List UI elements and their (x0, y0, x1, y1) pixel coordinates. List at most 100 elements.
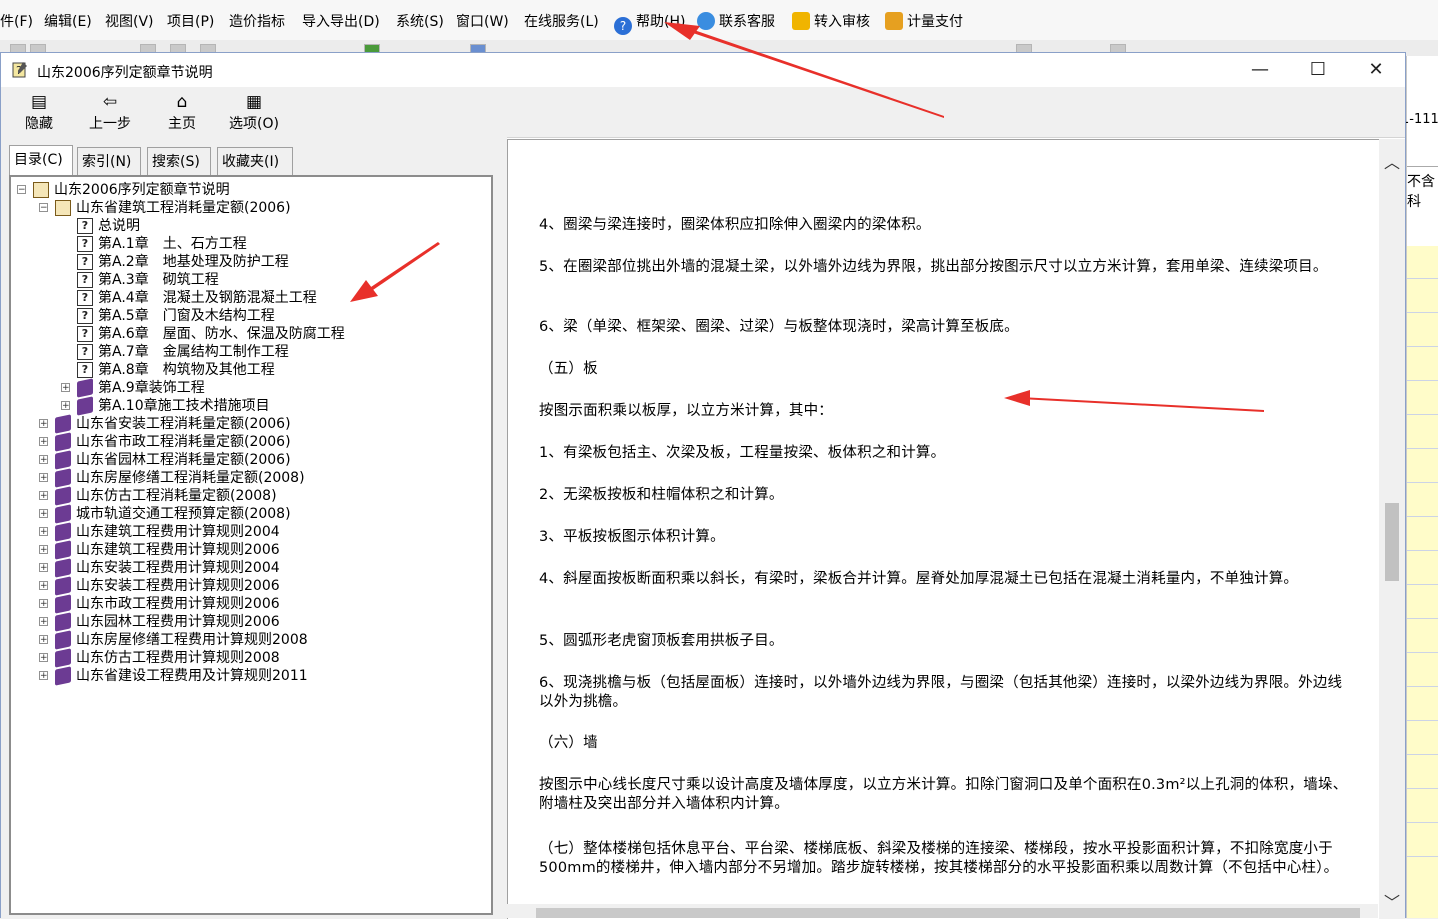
menu-view[interactable]: 视图(V) (105, 11, 154, 31)
tree-item-label: 山东仿古工程费用计算规则2008 (76, 650, 280, 666)
scroll-thumb[interactable] (1385, 503, 1399, 581)
bg-header-snippet: 不含科 (1407, 166, 1438, 211)
menu-transfer-audit[interactable]: 转入审核 (792, 11, 870, 31)
content-paragraph: （七）整体楼梯包括休息平台、平台梁、楼梯底板、斜梁及楼梯的连接梁、楼梯段，按水平… (539, 841, 1339, 876)
scroll-up-icon[interactable]: ︿ (1383, 149, 1401, 173)
tree-item-label: 第A.4章 混凝土及钢筋混凝土工程 (98, 290, 317, 306)
tree-item-label: 第A.1章 土、石方工程 (98, 236, 247, 252)
expand-icon[interactable]: + (39, 491, 48, 501)
tree-item-label: 第A.3章 砌筑工程 (98, 272, 219, 288)
tree-item-label: 山东市政工程费用计算规则2006 (76, 596, 280, 612)
expand-icon[interactable]: + (39, 437, 48, 447)
tree-item-label: 山东建筑工程费用计算规则2006 (76, 542, 280, 558)
expand-icon[interactable]: + (39, 473, 48, 483)
navigation-panel: 目录(C) 索引(N) 搜索(S) 收藏夹(I) − 山东2006序列定额章节说明… (1, 137, 503, 919)
expand-icon[interactable]: + (39, 545, 48, 555)
contents-tree: − 山东2006序列定额章节说明 − 山东省建筑工程消耗量定额(2006)? 总说明? 第… (9, 175, 493, 915)
help-topic-icon: ? (77, 290, 93, 306)
tree-item-label: 山东安装工程费用计算规则2006 (76, 578, 280, 594)
horizontal-scrollbar[interactable] (506, 904, 1378, 918)
book-icon (55, 414, 71, 434)
tab-index[interactable]: 索引(N) (77, 147, 141, 175)
tab-search[interactable]: 搜索(S) (147, 147, 211, 175)
content-paragraph: 6、梁（单梁、框架梁、圈梁、过梁）与板整体现浇时，梁高计算至板底。 (539, 319, 1019, 335)
help-topic-icon: ? (77, 326, 93, 342)
menu-edit[interactable]: 编辑(E) (44, 11, 92, 31)
menu-import-export[interactable]: 导入导出(D) (302, 11, 380, 31)
options-button[interactable]: ▦ 选项(O) (225, 91, 283, 133)
help-topic-icon: ? (77, 308, 93, 324)
tree-item-label: 第A.9章装饰工程 (98, 380, 205, 396)
book-icon (55, 612, 71, 632)
back-arrow-icon: ⇦ (102, 92, 118, 112)
content-paragraph: （六）墙 (539, 735, 598, 751)
menu-system[interactable]: 系统(S) (396, 11, 444, 31)
help-topic-icon: ? (77, 362, 93, 378)
tree-item-label: 山东省市政工程消耗量定额(2006) (76, 434, 291, 450)
menu-window[interactable]: 窗口(W) (456, 11, 509, 31)
hide-button[interactable]: ▤ 隐藏 (21, 91, 57, 133)
expand-icon[interactable]: + (39, 599, 48, 609)
tree-item-label: 山东安装工程费用计算规则2004 (76, 560, 280, 576)
minimize-button[interactable]: — (1231, 53, 1289, 87)
hide-icon: ▤ (30, 92, 48, 112)
expand-icon[interactable]: + (39, 527, 48, 537)
vertical-scrollbar[interactable]: ︿ ﹀ (1379, 139, 1405, 919)
content-paragraph: 5、在圈梁部位挑出外墙的混凝土梁，以外墙外边线为界限，挑出部分按图示尺寸以立方米… (539, 259, 1328, 275)
expand-icon[interactable]: + (39, 653, 48, 663)
expand-icon[interactable]: + (39, 563, 48, 573)
home-button[interactable]: ⌂ 主页 (163, 91, 201, 133)
back-label: 上一步 (89, 116, 131, 132)
menu-payment[interactable]: 计量支付 (885, 11, 963, 31)
tree-item-label: 山东省安装工程消耗量定额(2006) (76, 416, 291, 432)
expand-icon[interactable]: + (61, 383, 70, 393)
menu-cost-index[interactable]: 造价指标 (229, 11, 285, 31)
menu-help[interactable]: ? 帮助(H) (614, 11, 685, 35)
tab-favorites[interactable]: 收藏夹(I) (217, 147, 293, 175)
book-icon (55, 558, 71, 578)
expand-icon[interactable]: + (61, 401, 70, 411)
menu-file[interactable]: 件(F) (0, 11, 33, 31)
tree-item-label: 第A.6章 屋面、防水、保温及防腐工程 (98, 326, 345, 342)
audit-icon (792, 12, 810, 30)
expand-icon[interactable]: + (39, 509, 48, 519)
tree-item-label: 山东省园林工程消耗量定额(2006) (76, 452, 291, 468)
open-book-icon (55, 200, 71, 216)
content-paragraph: （五）板 (539, 361, 598, 377)
menu-online-service[interactable]: 在线服务(L) (524, 11, 599, 31)
expand-icon[interactable]: + (39, 671, 48, 681)
expand-icon[interactable]: + (39, 635, 48, 645)
help-icon: ? (614, 17, 632, 35)
expand-icon[interactable]: + (39, 617, 48, 627)
book-icon (77, 396, 93, 416)
expand-icon[interactable]: + (39, 581, 48, 591)
book-icon (55, 486, 71, 506)
tab-contents[interactable]: 目录(C) (9, 145, 73, 175)
menu-payment-label: 计量支付 (907, 14, 963, 30)
menu-project[interactable]: 项目(P) (167, 11, 214, 31)
maximize-button[interactable]: ☐ (1289, 53, 1347, 87)
menu-help-label: 帮助(H) (636, 14, 686, 30)
book-icon (55, 666, 71, 686)
back-button[interactable]: ⇦ 上一步 (85, 91, 135, 133)
help-topic-icon: ? (77, 254, 93, 270)
collapse-icon[interactable]: − (17, 185, 26, 195)
help-topic-icon: ? (77, 344, 93, 360)
scroll-down-icon[interactable]: ﹀ (1383, 889, 1401, 913)
expand-icon[interactable]: + (39, 419, 48, 429)
tree-item-label: 城市轨道交通工程预算定额(2008) (76, 506, 291, 522)
collapse-icon[interactable]: − (39, 203, 48, 213)
expand-icon[interactable]: + (39, 455, 48, 465)
help-topic-icon: ? (77, 236, 93, 252)
tree-item-label: 山东房屋修缮工程消耗量定额(2008) (76, 470, 305, 486)
tree-item-label: 山东仿古工程消耗量定额(2008) (76, 488, 277, 504)
close-button[interactable]: ✕ (1347, 53, 1405, 87)
content-paragraph: 4、圈梁与梁连接时，圈梁体积应扣除伸入圈梁内的梁体积。 (539, 217, 931, 233)
book-icon (55, 594, 71, 614)
book-icon (55, 522, 71, 542)
hscroll-thumb[interactable] (536, 908, 1360, 918)
menu-contact-support[interactable]: 联系客服 (697, 11, 775, 31)
tree-item-label: 山东房屋修缮工程费用计算规则2008 (76, 632, 308, 648)
content-paragraph: 4、斜屋面按板断面积乘以斜长，有梁时，梁板合并计算。屋脊处加厚混凝土已包括在混凝… (539, 571, 1299, 587)
window-titlebar[interactable]: ? 山东2006序列定额章节说明 — ☐ ✕ (1, 53, 1405, 87)
